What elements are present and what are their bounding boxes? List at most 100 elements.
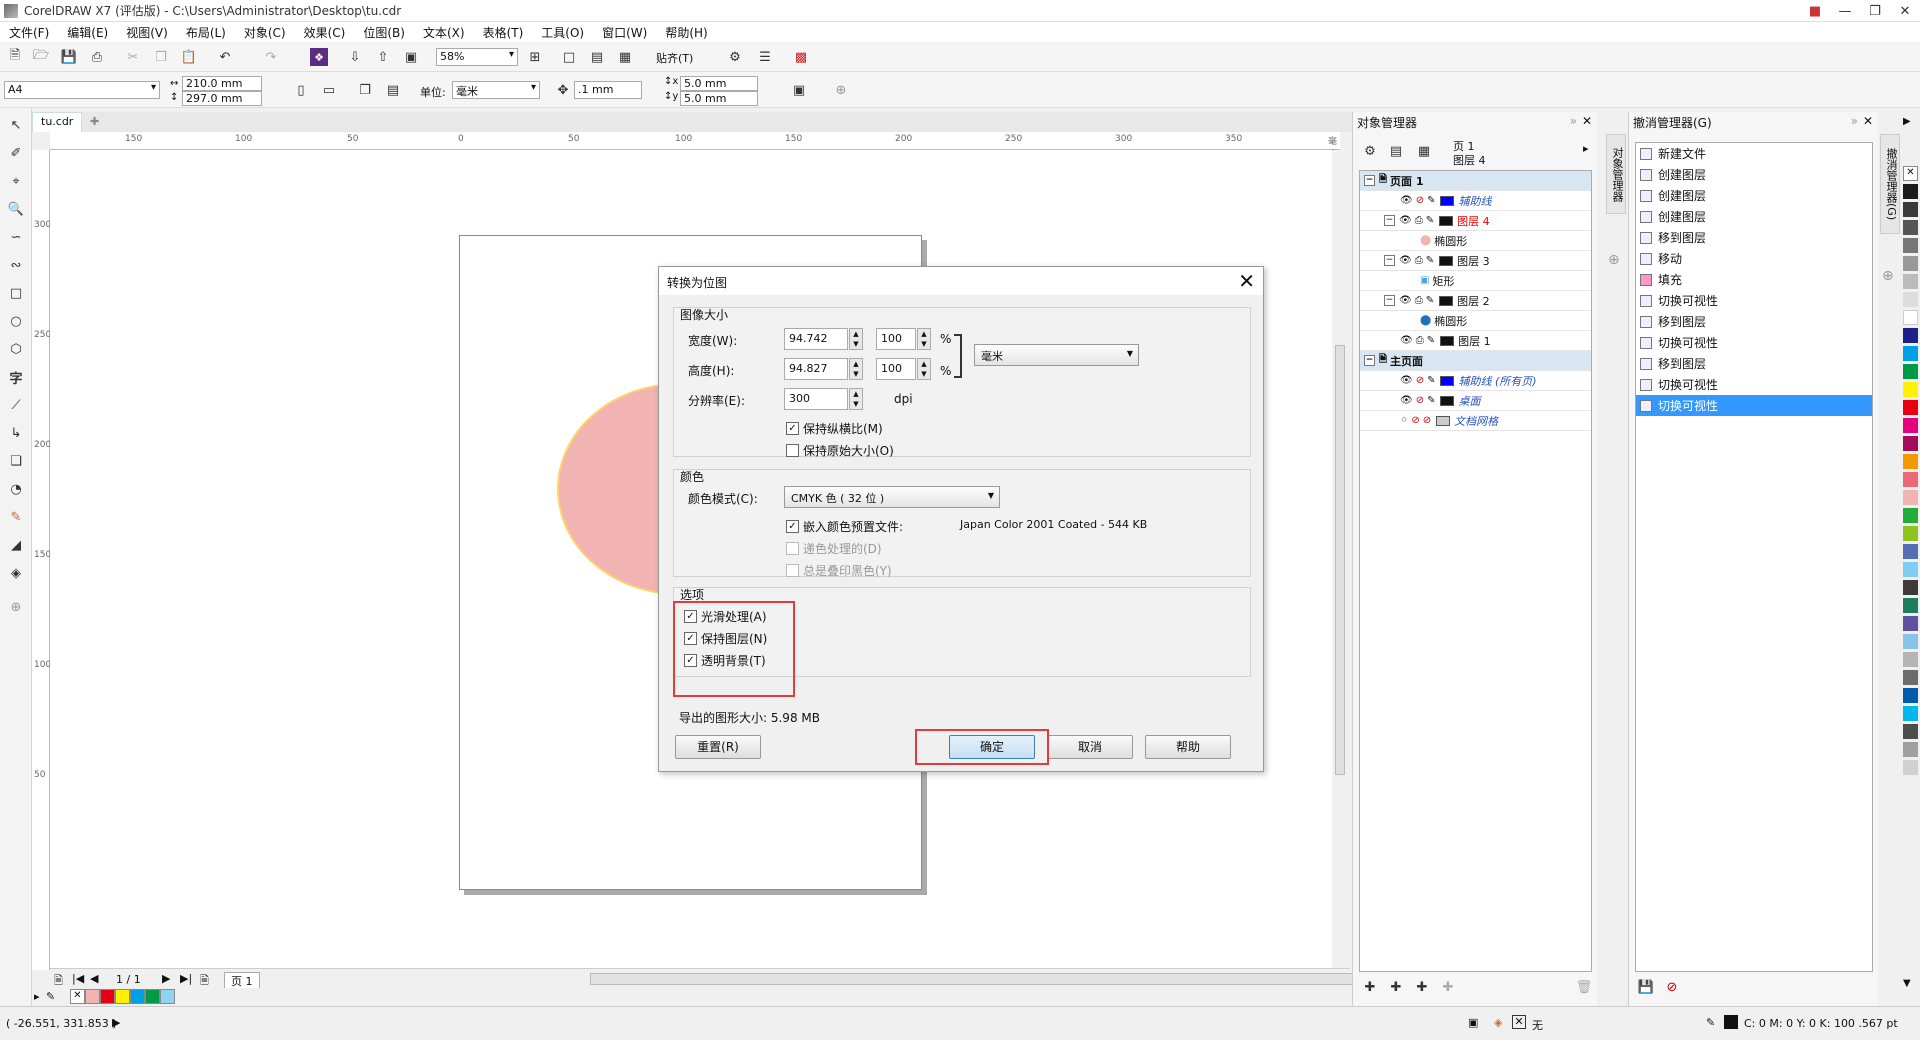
- eye-icon[interactable]: 👁: [1399, 215, 1412, 226]
- green-swatch[interactable]: [145, 989, 160, 1004]
- clear-undo-list-icon[interactable]: ⊘: [1663, 978, 1681, 996]
- copy-icon[interactable]: ❐: [152, 48, 170, 66]
- embed-profile-checkbox[interactable]: ✓ 嵌入颜色预置文件:: [786, 518, 903, 535]
- pink-swatch[interactable]: [85, 989, 100, 1004]
- menu-window[interactable]: 窗口(W): [593, 24, 656, 41]
- docker-collapse-icon[interactable]: »: [1570, 114, 1577, 128]
- undo-item[interactable]: 创建图层: [1636, 206, 1872, 227]
- user-icon[interactable]: ■: [1800, 0, 1830, 22]
- swatch-white[interactable]: [1903, 310, 1918, 325]
- menu-object[interactable]: 对象(C): [235, 24, 295, 41]
- color-mode-dropdown[interactable]: CMYK 色 ( 32 位 ): [784, 486, 1000, 508]
- show-rulers-icon[interactable]: ▤: [588, 48, 606, 66]
- lock-pen-icon[interactable]: ✎: [1426, 255, 1434, 266]
- swatch-gray-60[interactable]: [1903, 670, 1918, 685]
- menu-text[interactable]: 文本(X): [414, 24, 474, 41]
- help-button[interactable]: 帮助: [1145, 735, 1231, 759]
- no-color-swatch[interactable]: ✕: [1903, 166, 1918, 181]
- tree-layer-4[interactable]: − 👁 ⎙ ✎ 图层 4: [1360, 211, 1591, 231]
- zoom-fit-icon[interactable]: ⊞: [526, 48, 544, 66]
- scrollbar-thumb[interactable]: [1335, 345, 1345, 775]
- overprint-black-checkbox[interactable]: 总是叠印黑色(Y): [786, 562, 892, 579]
- height-input[interactable]: 94.827: [784, 358, 848, 380]
- print-icon[interactable]: ⎙: [1416, 335, 1424, 346]
- undo-item[interactable]: 填充: [1636, 269, 1872, 290]
- next-page-icon[interactable]: ▶: [162, 972, 170, 985]
- eye-icon[interactable]: 👁: [1400, 375, 1413, 386]
- tree-master-page[interactable]: − 🗎 主页面: [1360, 351, 1591, 371]
- portrait-icon[interactable]: ▯: [292, 81, 310, 99]
- landscape-icon[interactable]: ▭: [320, 81, 338, 99]
- swatch-green[interactable]: [1903, 364, 1918, 379]
- vertical-tab-object-manager[interactable]: 对象管理器: [1606, 134, 1626, 214]
- swatch-gray-10[interactable]: [1903, 292, 1918, 307]
- application-launcher-icon[interactable]: ☰: [756, 48, 774, 66]
- first-page-icon[interactable]: |◀: [72, 972, 84, 985]
- menu-tools[interactable]: 工具(O): [532, 24, 593, 41]
- swatch-gray-50[interactable]: [1903, 256, 1918, 271]
- red-swatch[interactable]: [100, 989, 115, 1004]
- swatch-teal[interactable]: [1903, 598, 1918, 613]
- resolution-input[interactable]: 300: [784, 388, 848, 410]
- color-eyedropper-icon[interactable]: ✎: [7, 508, 25, 526]
- undo-item[interactable]: 移动: [1636, 248, 1872, 269]
- reset-button[interactable]: 重置(R): [675, 735, 761, 759]
- eye-icon[interactable]: 👁: [1399, 255, 1412, 266]
- docker-close-icon[interactable]: ✕: [1863, 114, 1873, 128]
- duplicate-x-input[interactable]: 5.0 mm: [680, 76, 758, 91]
- swatch-orange[interactable]: [1903, 454, 1918, 469]
- treat-as-filled-icon[interactable]: ▣: [790, 81, 808, 99]
- page-height-input[interactable]: 297.0 mm: [182, 91, 262, 106]
- page-width-input[interactable]: 210.0 mm: [182, 76, 262, 91]
- all-pages-icon[interactable]: ❐: [356, 81, 374, 99]
- current-page-icon[interactable]: ▤: [384, 81, 402, 99]
- no-print-icon[interactable]: ⊘: [1411, 415, 1419, 426]
- swatch-gray-40[interactable]: [1903, 742, 1918, 757]
- tree-layer-2[interactable]: − 👁 ⎙ ✎ 图层 2: [1360, 291, 1591, 311]
- docker-close-icon[interactable]: ✕: [1582, 114, 1592, 128]
- menu-file[interactable]: 文件(F): [0, 24, 58, 41]
- no-print-icon[interactable]: ⊘: [1416, 195, 1424, 206]
- units-dropdown[interactable]: 毫米: [452, 81, 540, 99]
- duplicate-y-input[interactable]: 5.0 mm: [680, 91, 758, 106]
- swatch-gray-20[interactable]: [1903, 760, 1918, 775]
- ellipse-tool-icon[interactable]: ○: [7, 312, 25, 330]
- docker-add-icon[interactable]: ⊕: [1608, 252, 1620, 268]
- swatch-salmon[interactable]: [1903, 472, 1918, 487]
- collapse-icon[interactable]: −: [1364, 175, 1375, 186]
- connector-tool-icon[interactable]: ↳: [7, 424, 25, 442]
- interactive-fill-icon[interactable]: ◢: [7, 536, 25, 554]
- swatch-yellow[interactable]: [1903, 382, 1918, 397]
- collapse-icon[interactable]: −: [1364, 355, 1375, 366]
- new-file-icon[interactable]: 🗎: [6, 48, 24, 66]
- swatch-magenta[interactable]: [1903, 418, 1918, 433]
- light-blue-swatch[interactable]: [160, 989, 175, 1004]
- swatch-charcoal[interactable]: [1903, 724, 1918, 739]
- layer-properties-icon[interactable]: ⚙: [1361, 142, 1379, 160]
- width-percent-input[interactable]: 100: [876, 328, 916, 350]
- undo-item[interactable]: 新建文件: [1636, 143, 1872, 164]
- menu-edit[interactable]: 编辑(E): [58, 24, 117, 41]
- lock-pen-icon[interactable]: ✎: [1427, 335, 1435, 346]
- freehand-tool-icon[interactable]: ∽: [7, 228, 25, 246]
- undo-item-selected[interactable]: 切换可视性: [1636, 395, 1872, 416]
- swatch-azure[interactable]: [1903, 706, 1918, 721]
- tree-object-ellipse-1[interactable]: ⬤ 椭圆形: [1360, 231, 1591, 251]
- swatch-red[interactable]: [1903, 400, 1918, 415]
- swatch-cyan[interactable]: [1903, 346, 1918, 361]
- polygon-tool-icon[interactable]: ⬡: [7, 340, 25, 358]
- swatch-violet[interactable]: [1903, 616, 1918, 631]
- keep-layers-checkbox[interactable]: ✓ 保持图层(N): [684, 630, 767, 647]
- new-master-layer-even-icon[interactable]: ✚: [1439, 978, 1457, 996]
- object-manager-menu-icon[interactable]: ▸: [1583, 142, 1589, 155]
- keep-original-size-checkbox[interactable]: 保持原始大小(O): [786, 442, 894, 459]
- corel-connect-icon[interactable]: ❖: [310, 48, 328, 66]
- lock-pen-icon[interactable]: ✎: [1427, 195, 1435, 206]
- lock-pen-icon[interactable]: ✎: [1427, 375, 1435, 386]
- swatch-silver[interactable]: [1903, 652, 1918, 667]
- snap-to-dropdown[interactable]: 贴齐(T): [656, 50, 693, 66]
- palette-eyedropper-icon[interactable]: ✎: [46, 990, 55, 1003]
- width-input[interactable]: 94.742: [784, 328, 848, 350]
- palette-scroll-up-icon[interactable]: ▶: [1903, 116, 1918, 131]
- print-icon[interactable]: ⎙: [1415, 215, 1423, 226]
